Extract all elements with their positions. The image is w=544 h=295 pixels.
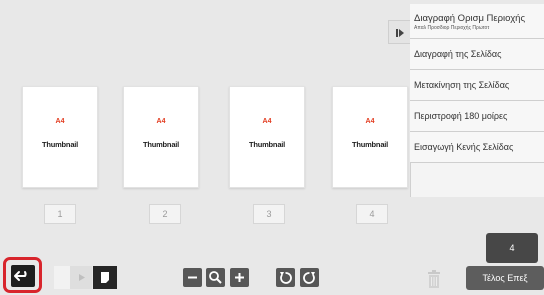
undo-arrow-icon [14,271,27,281]
page-number-1: 1 [44,204,76,224]
thumbnail-label: Thumbnail [142,140,180,149]
menu-delete-page[interactable]: Διαγραφή της Σελίδας [410,39,544,70]
page-icon [101,272,109,283]
menu-move-page[interactable]: Μετακίνηση της Σελίδας [410,70,544,101]
thumbnail-label: Thumbnail [351,140,389,149]
minus-icon [188,276,197,279]
menu-insert-blank-page[interactable]: Εισαγωγή Κενής Σελίδας [410,132,544,163]
trash-icon[interactable] [426,267,442,289]
rotate-right-button[interactable] [300,268,319,287]
back-button[interactable] [11,265,35,287]
thumbnail-label: Thumbnail [41,140,79,149]
page-number-2: 2 [149,204,181,224]
menu-rotate-180[interactable]: Περιστροφή 180 μοίρες [410,101,544,132]
paper-size-label: A4 [55,118,65,125]
paper-size-label: A4 [365,118,375,125]
menu-delete-area-label: Διαγραφή Ορισμ Περιοχής [414,13,526,24]
rotate-right-icon [303,272,315,284]
zoom-button[interactable] [206,268,225,287]
thumbnail-label: Thumbnail [248,140,286,149]
zoom-out-button[interactable] [183,268,202,287]
menu-delete-area[interactable]: Διαγραφή Ορισμ Περιοχής Απαλ Προσδιορ Πε… [410,4,544,39]
play-icon [79,274,85,281]
page-thumbnail-3[interactable]: A4 Thumbnail [229,86,305,188]
menu-delete-area-sublabel: Απαλ Προσδιορ Περιοχής Πρωτοτ [414,25,490,31]
collapse-menu-icon[interactable] [388,20,410,44]
page-view-button[interactable] [93,266,117,289]
paper-size-label: A4 [262,118,272,125]
page-count-badge: 4 [486,233,538,263]
page-number-3: 3 [253,204,285,224]
view-mode-toggle-middle [70,266,92,289]
rotate-left-icon [280,272,292,284]
magnifier-icon [209,271,222,284]
page-thumbnail-2[interactable]: A4 Thumbnail [123,86,199,188]
page-number-4: 4 [356,204,388,224]
page-thumbnail-1[interactable]: A4 Thumbnail [22,86,98,188]
rotate-left-button[interactable] [276,268,295,287]
plus-icon [235,273,244,282]
paper-size-label: A4 [156,118,166,125]
finish-editing-button[interactable]: Τέλος Επεξ [466,266,544,290]
page-thumbnail-4[interactable]: A4 Thumbnail [332,86,408,188]
zoom-in-button[interactable] [230,268,249,287]
